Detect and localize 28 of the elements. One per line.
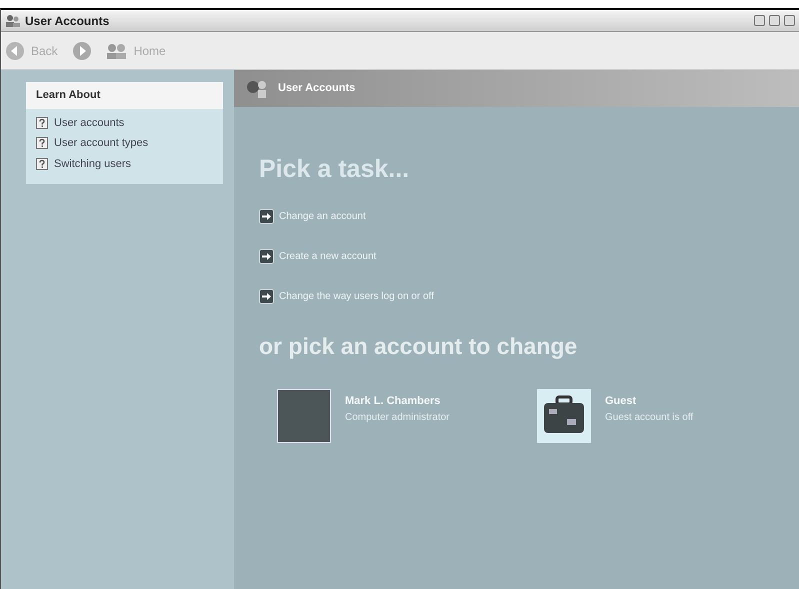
account-description: Computer administrator [345, 410, 450, 424]
users-icon [246, 78, 268, 98]
help-link[interactable]: User account types [54, 135, 148, 152]
header-title: User Accounts [278, 81, 356, 96]
task-link[interactable]: Create a new account [279, 248, 376, 264]
home-button[interactable]: Home [134, 42, 166, 60]
help-icon [36, 158, 48, 170]
users-icon[interactable] [106, 42, 128, 58]
suitcase-icon[interactable] [537, 389, 591, 443]
task-link[interactable]: Change an account [279, 208, 366, 224]
help-link[interactable]: User accounts [54, 114, 124, 131]
photo-placeholder[interactable] [277, 389, 331, 443]
minimize-button[interactable] [754, 15, 765, 26]
maximize-button[interactable] [769, 15, 780, 26]
panel-title: Learn About [26, 82, 223, 108]
help-link[interactable]: Switching users [54, 156, 132, 172]
account-name[interactable]: Guest [605, 393, 694, 410]
back-button[interactable]: Back [31, 42, 58, 60]
close-button[interactable] [784, 15, 795, 26]
users-icon [5, 14, 21, 28]
window-title: User Accounts [25, 12, 110, 30]
account-heading: or pick an account to change [259, 332, 578, 361]
account-name[interactable]: Mark L. Chambers [345, 393, 450, 410]
account-description: Guest account is off [605, 410, 694, 424]
task-link[interactable]: Change the way users log on or off [279, 288, 434, 304]
help-icon [36, 137, 48, 150]
help-icon [36, 116, 48, 129]
task-heading: Pick a task... [259, 154, 410, 185]
